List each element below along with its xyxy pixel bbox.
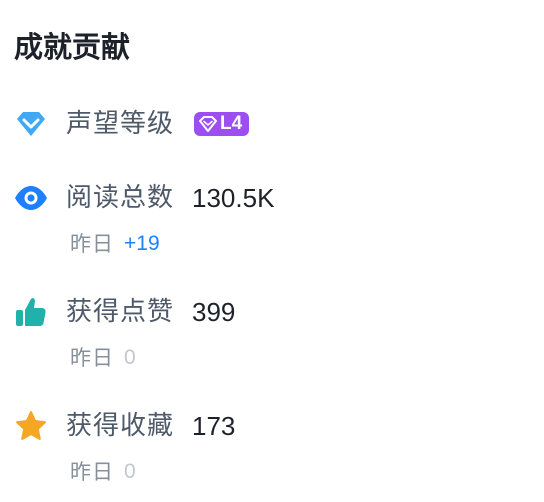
reputation-row: 声望等级 L4 bbox=[14, 104, 250, 144]
likes-yesterday-label: 昨日 bbox=[70, 346, 114, 370]
likes-label: 获得点赞 bbox=[66, 297, 175, 327]
eye-icon bbox=[14, 181, 48, 215]
likes-yesterday: 昨日 0 bbox=[70, 343, 136, 373]
achievements-panel: 成就贡献 声望等级 L4 阅读总数 130.5K 昨日 +19 获得点赞 399… bbox=[0, 0, 544, 502]
star-icon bbox=[14, 409, 48, 443]
thumbs-up-icon bbox=[14, 295, 48, 329]
reads-yesterday-label: 昨日 bbox=[70, 232, 114, 256]
collects-yesterday-value: 0 bbox=[124, 460, 136, 483]
level-badge[interactable]: L4 bbox=[194, 112, 250, 136]
collects-yesterday-label: 昨日 bbox=[70, 460, 114, 484]
reads-yesterday: 昨日 +19 bbox=[70, 229, 160, 259]
collects-row: 获得收藏 173 bbox=[14, 406, 235, 446]
badge-diamond-icon bbox=[199, 116, 218, 132]
collects-label: 获得收藏 bbox=[66, 411, 175, 441]
likes-row: 获得点赞 399 bbox=[14, 292, 235, 332]
reads-label: 阅读总数 bbox=[66, 183, 175, 213]
likes-yesterday-value: 0 bbox=[124, 346, 136, 369]
diamond-icon bbox=[14, 107, 48, 141]
collects-value: 173 bbox=[192, 411, 236, 441]
reads-row: 阅读总数 130.5K bbox=[14, 178, 274, 218]
reads-value: 130.5K bbox=[192, 183, 275, 213]
reads-yesterday-value: +19 bbox=[124, 232, 160, 255]
collects-yesterday: 昨日 0 bbox=[70, 457, 136, 487]
panel-title: 成就贡献 bbox=[14, 30, 131, 64]
level-text: L4 bbox=[220, 113, 243, 134]
likes-value: 399 bbox=[192, 297, 236, 327]
reputation-label: 声望等级 bbox=[66, 109, 175, 139]
